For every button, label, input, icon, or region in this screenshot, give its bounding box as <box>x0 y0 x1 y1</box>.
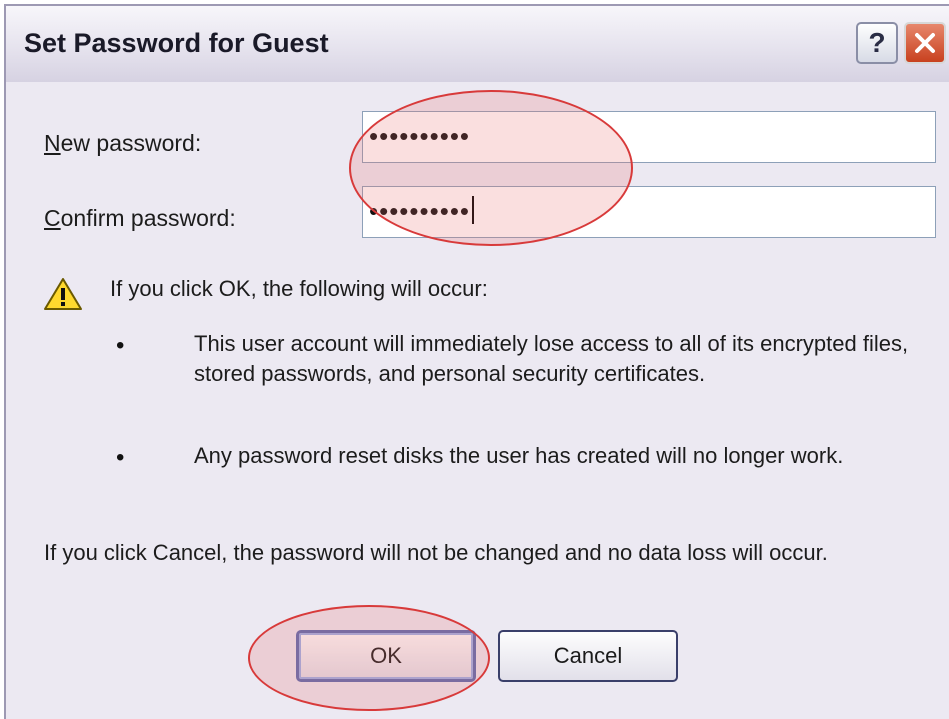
title-bar[interactable]: Set Password for Guest ? <box>6 6 949 82</box>
new-password-label: New password: <box>44 130 202 156</box>
ok-button-highlight <box>248 605 490 711</box>
bullet-marker: • <box>116 332 125 359</box>
warning-intro: If you click OK, the following will occu… <box>110 276 488 301</box>
set-password-dialog: Set Password for Guest ? New password: •… <box>4 4 949 719</box>
close-icon <box>915 33 935 53</box>
dialog-title: Set Password for Guest <box>24 28 329 58</box>
warning-item-encrypted-files: This user account will immediately lose … <box>194 331 909 386</box>
help-button[interactable]: ? <box>856 22 898 64</box>
dialog-body: New password: •••••••••• Confirm passwor… <box>6 82 949 719</box>
help-icon: ? <box>868 27 886 58</box>
confirm-password-label: Confirm password: <box>44 205 236 231</box>
cancel-note: If you click Cancel, the password will n… <box>44 540 828 565</box>
bullet-marker: • <box>116 444 125 471</box>
warning-item-reset-disks: Any password reset disks the user has cr… <box>194 443 844 468</box>
warning-icon <box>44 278 82 310</box>
password-fields-highlight <box>349 90 633 246</box>
close-button[interactable] <box>904 22 946 64</box>
cancel-button[interactable]: Cancel <box>498 630 678 682</box>
